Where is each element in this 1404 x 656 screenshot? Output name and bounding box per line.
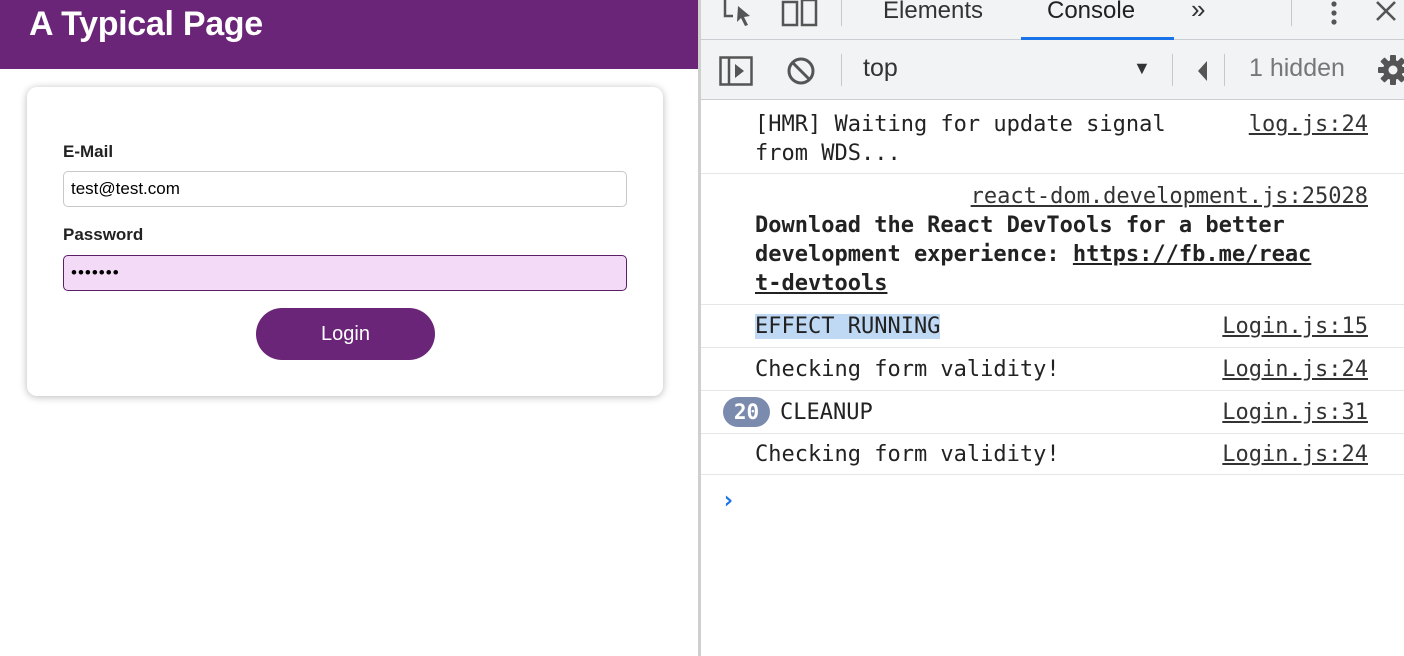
kebab-menu-icon[interactable] — [1327, 0, 1341, 28]
login-card: E-Mail Password Login — [27, 87, 663, 396]
dropdown-arrow-icon[interactable]: ▼ — [1133, 58, 1151, 79]
devtools-tabbar: Elements Console » — [701, 0, 1404, 40]
console-message: EFFECT RUNNING Login.js:15 — [701, 305, 1404, 348]
page-header: A Typical Page — [0, 0, 698, 69]
chevron-left-icon[interactable] — [1195, 59, 1209, 83]
email-input[interactable] — [63, 171, 627, 207]
toolbar-separator — [1172, 54, 1173, 86]
console-message: react-dom.development.js:25028 Download … — [701, 174, 1404, 305]
console-message-text: EFFECT RUNNING — [755, 312, 941, 341]
console-source-link[interactable]: Login.js:31 — [1222, 398, 1368, 427]
tab-separator — [1291, 0, 1292, 26]
console-toolbar: top ▼ 1 hidden — [701, 40, 1404, 100]
toolbar-separator — [1224, 54, 1225, 86]
console-message-text: Download the React DevTools for a better… — [755, 211, 1311, 298]
more-tabs-button[interactable]: » — [1191, 0, 1205, 32]
inspect-element-icon[interactable] — [721, 0, 755, 28]
console-message: Checking form validity! Login.js:24 — [701, 348, 1404, 391]
console-source-link[interactable]: Login.js:24 — [1222, 440, 1368, 469]
console-message: Checking form validity! Login.js:24 — [701, 434, 1404, 475]
console-message-text: [HMR] Waiting for update signal from WDS… — [755, 112, 1166, 166]
console-message-text: Checking form validity! — [755, 442, 1060, 467]
console-prompt-icon[interactable]: › — [721, 486, 735, 514]
page-title: A Typical Page — [29, 5, 263, 43]
console-message-text: CLEANUP — [780, 400, 873, 425]
toolbar-separator — [841, 54, 842, 86]
console-source-link[interactable]: Login.js:15 — [1222, 312, 1368, 341]
console-source-link[interactable]: react-dom.development.js:25028 — [971, 182, 1368, 211]
close-icon[interactable] — [1373, 0, 1401, 24]
device-toolbar-icon[interactable] — [781, 0, 819, 28]
email-label: E-Mail — [63, 142, 114, 161]
console-message: 20 CLEANUP Login.js:31 — [701, 391, 1404, 434]
hidden-messages-count[interactable]: 1 hidden — [1249, 54, 1345, 83]
tab-separator — [841, 0, 842, 26]
password-label: Password — [63, 225, 144, 244]
console-source-link[interactable]: Login.js:24 — [1222, 355, 1368, 384]
selected-text: EFFECT RUNNING — [755, 314, 941, 339]
login-button[interactable]: Login — [256, 308, 435, 360]
repeat-count-badge: 20 — [723, 397, 770, 427]
tab-elements[interactable]: Elements — [883, 0, 983, 34]
devtools-panel: Elements Console » top ▼ 1 hidden [HMR] … — [701, 0, 1404, 656]
console-message-text: Checking form validity! — [755, 357, 1060, 382]
clear-console-icon[interactable] — [785, 55, 817, 87]
context-selector[interactable]: top — [863, 54, 898, 83]
settings-gear-icon[interactable] — [1378, 55, 1404, 85]
tab-console[interactable]: Console — [1047, 0, 1135, 34]
password-input[interactable] — [63, 255, 627, 291]
console-source-link[interactable]: log.js:24 — [1249, 110, 1368, 139]
console-message: [HMR] Waiting for update signal from WDS… — [701, 101, 1404, 174]
sidebar-toggle-icon[interactable] — [719, 56, 753, 86]
app-viewport: A Typical Page E-Mail Password Login — [0, 0, 698, 656]
